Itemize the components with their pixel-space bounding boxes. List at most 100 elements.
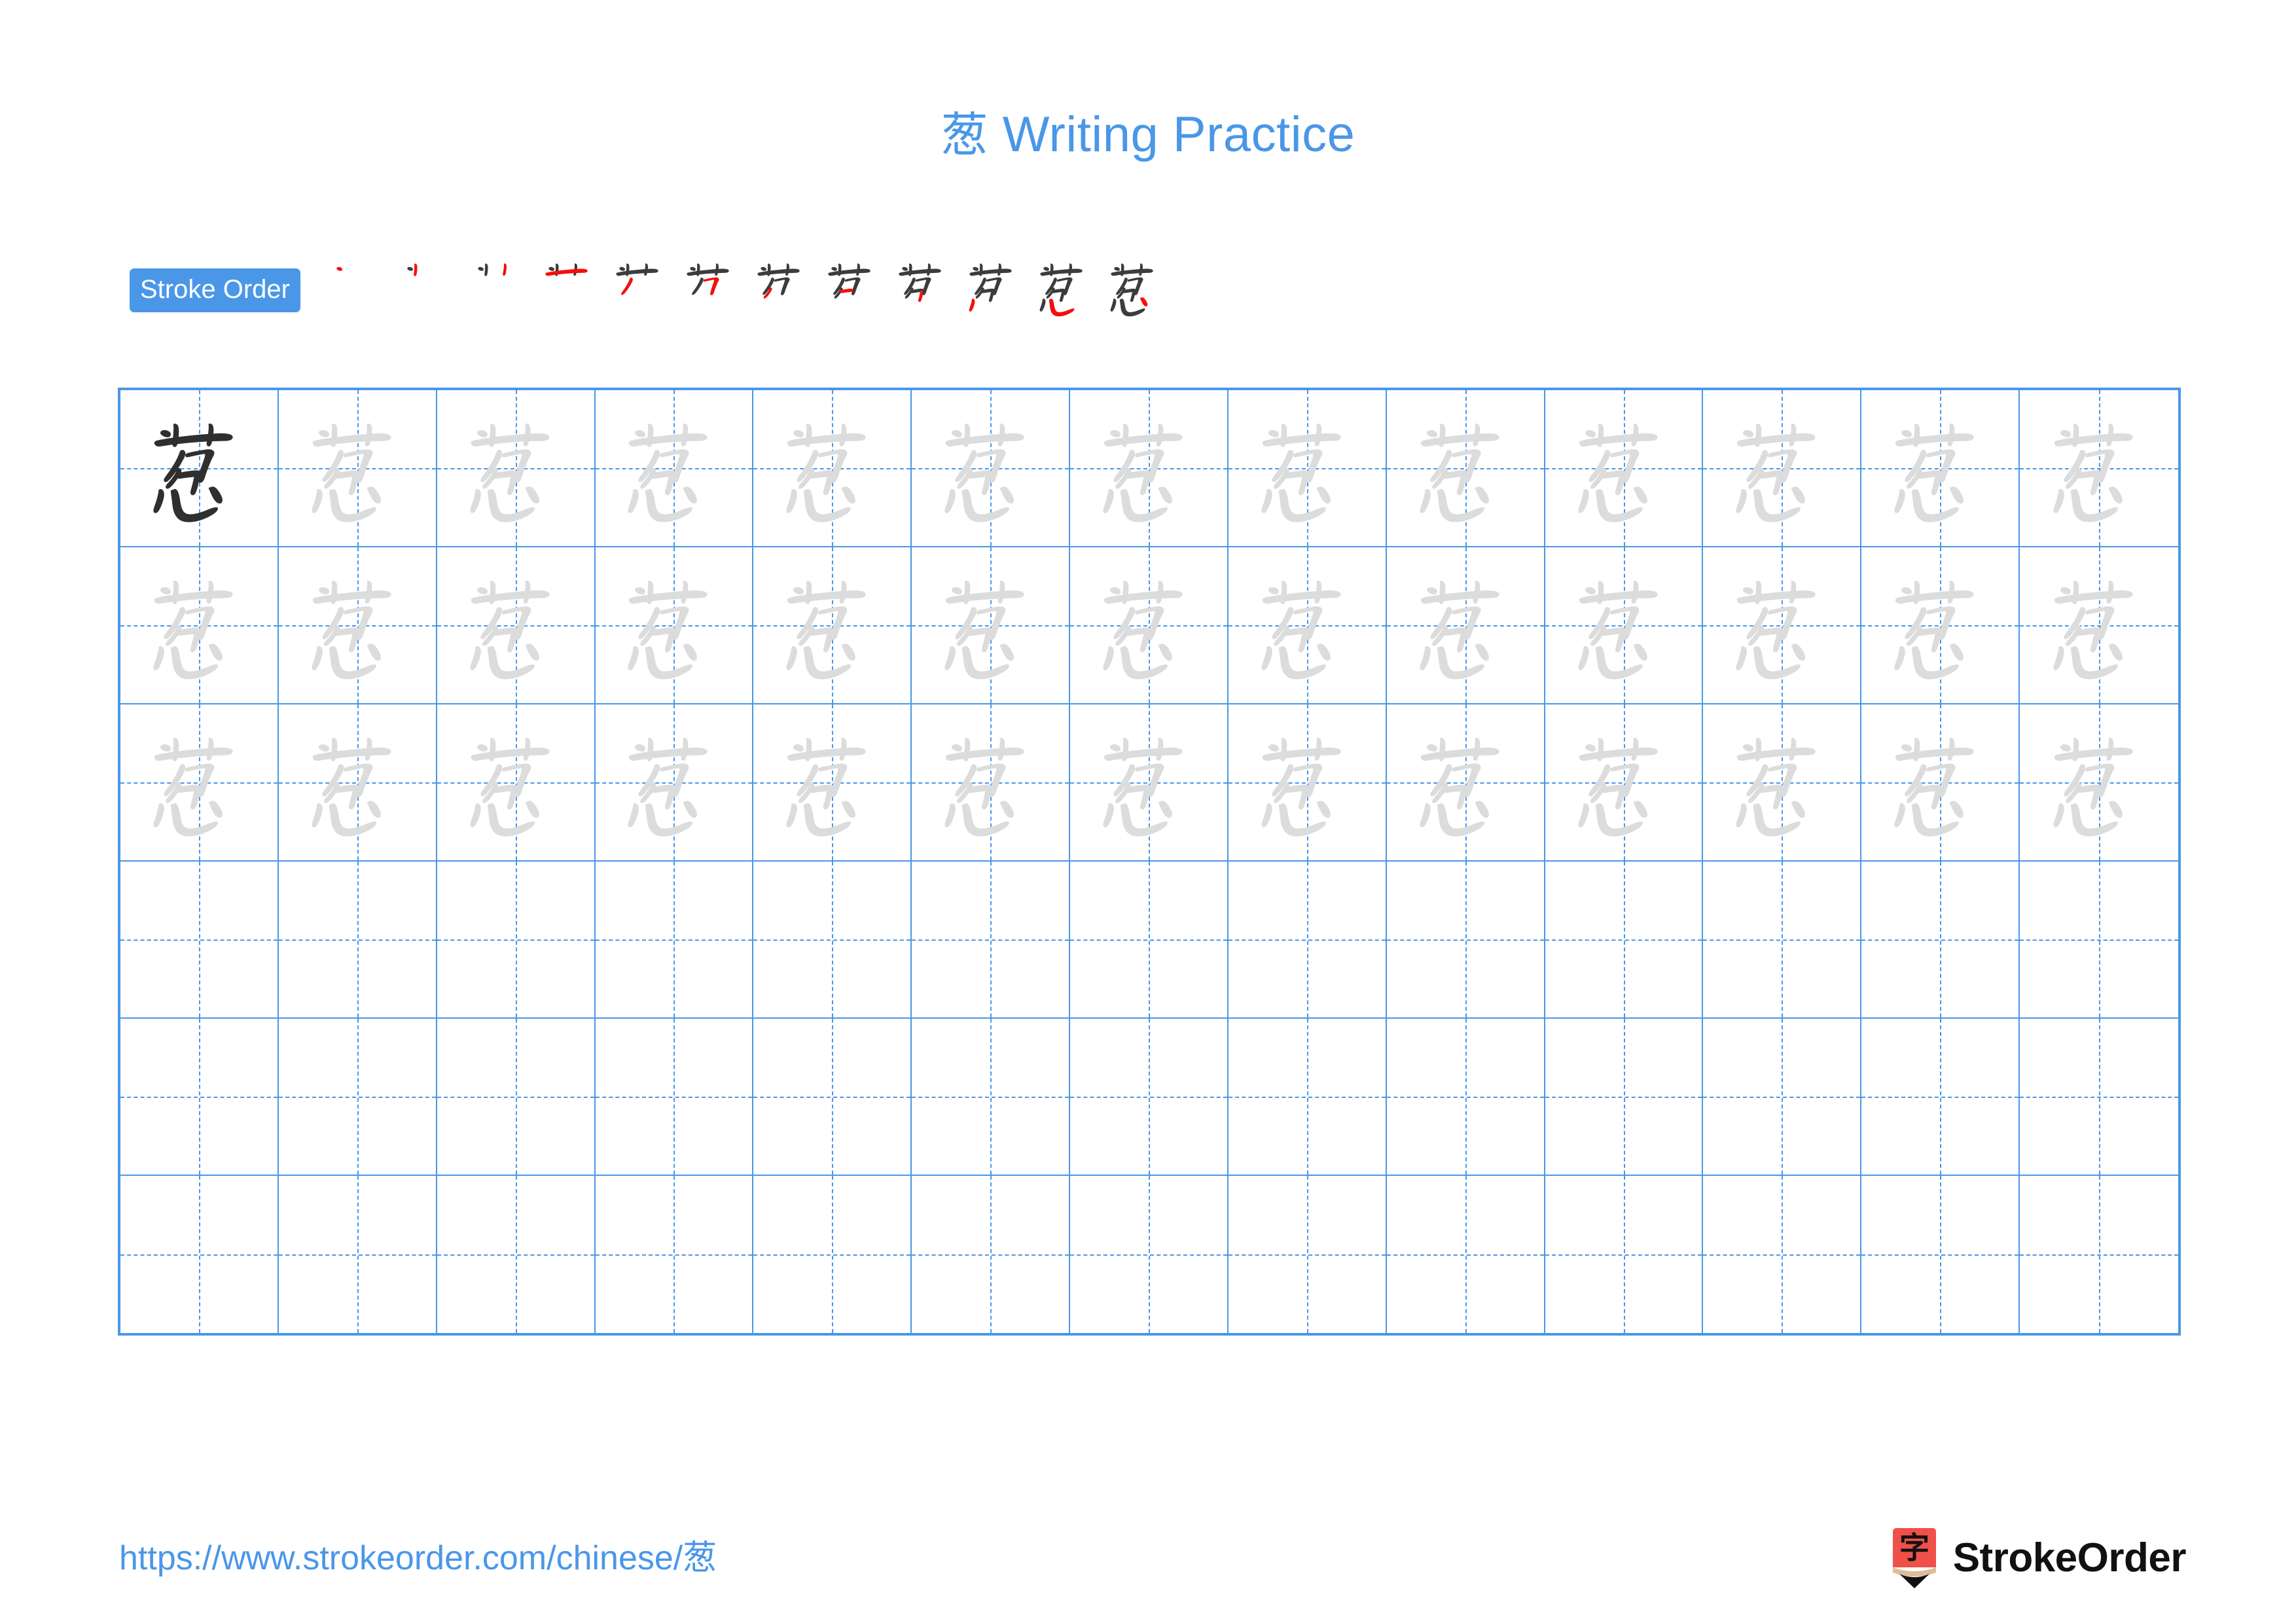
practice-cell-r1-c7[interactable] [1070, 390, 1229, 547]
practice-cell-r2-c10[interactable] [1545, 547, 1704, 704]
practice-cell-r6-c6[interactable] [912, 1176, 1071, 1333]
trace-character [1703, 390, 1860, 546]
practice-cell-r4-c4[interactable] [595, 862, 754, 1019]
practice-cell-r2-c7[interactable] [1070, 547, 1229, 704]
practice-cell-r6-c13[interactable] [2020, 1176, 2178, 1333]
practice-cell-r2-c5[interactable] [753, 547, 912, 704]
practice-cell-r2-c1[interactable] [120, 547, 279, 704]
new-stroke [621, 278, 633, 295]
practice-cell-r1-c1[interactable] [120, 390, 279, 547]
practice-cell-r6-c9[interactable] [1386, 1176, 1545, 1333]
new-stroke [969, 299, 975, 312]
practice-cell-r1-c11[interactable] [1703, 390, 1862, 547]
practice-cell-r2-c11[interactable] [1703, 547, 1862, 704]
practice-cell-r5-c11[interactable] [1703, 1019, 1862, 1176]
practice-cell-r5-c6[interactable] [912, 1019, 1071, 1176]
practice-cell-r4-c12[interactable] [1861, 862, 2020, 1019]
practice-cell-r5-c2[interactable] [278, 1019, 437, 1176]
trace-character [753, 547, 910, 703]
practice-cell-r3-c4[interactable] [595, 704, 754, 862]
trace-character [2020, 390, 2178, 546]
practice-cell-r2-c13[interactable] [2020, 547, 2178, 704]
practice-cell-r5-c1[interactable] [120, 1019, 279, 1176]
practice-cell-r1-c4[interactable] [595, 390, 754, 547]
practice-cell-r4-c6[interactable] [912, 862, 1071, 1019]
practice-cell-r1-c8[interactable] [1228, 390, 1387, 547]
practice-cell-r3-c1[interactable] [120, 704, 279, 862]
practice-cell-r6-c1[interactable] [120, 1176, 279, 1333]
practice-cell-r5-c8[interactable] [1228, 1019, 1387, 1176]
practice-cell-r4-c10[interactable] [1545, 862, 1704, 1019]
practice-cell-r5-c4[interactable] [595, 1019, 754, 1176]
trace-character [437, 390, 594, 546]
practice-cell-r3-c13[interactable] [2020, 704, 2178, 862]
practice-cell-r5-c10[interactable] [1545, 1019, 1704, 1176]
practice-cell-r4-c8[interactable] [1228, 862, 1387, 1019]
new-stroke [503, 263, 507, 276]
practice-cell-r4-c9[interactable] [1386, 862, 1545, 1019]
practice-cell-r6-c10[interactable] [1545, 1176, 1704, 1333]
footer-url-character: 葱 [683, 1539, 717, 1578]
practice-cell-r2-c8[interactable] [1228, 547, 1387, 704]
practice-cell-r5-c7[interactable] [1070, 1019, 1229, 1176]
practice-cell-r3-c2[interactable] [278, 704, 437, 862]
practice-cell-r6-c2[interactable] [278, 1176, 437, 1333]
practice-cell-r1-c3[interactable] [437, 390, 596, 547]
practice-cell-r2-c4[interactable] [595, 547, 754, 704]
practice-cell-r5-c9[interactable] [1386, 1019, 1545, 1176]
practice-cell-r3-c3[interactable] [437, 704, 596, 862]
practice-cell-r4-c7[interactable] [1070, 862, 1229, 1019]
practice-cell-r3-c6[interactable] [912, 704, 1071, 862]
practice-cell-r6-c8[interactable] [1228, 1176, 1387, 1333]
practice-cell-r2-c6[interactable] [912, 547, 1071, 704]
previous-stroke [986, 277, 1002, 295]
practice-cell-r4-c2[interactable] [278, 862, 437, 1019]
footer-url-prefix: https://www.strokeorder.com/chinese/ [119, 1539, 683, 1577]
stroke-step-6 [677, 249, 744, 326]
practice-cell-r6-c4[interactable] [595, 1176, 754, 1333]
practice-cell-r3-c7[interactable] [1070, 704, 1229, 862]
practice-cell-r3-c12[interactable] [1861, 704, 2020, 862]
practice-cell-r2-c2[interactable] [278, 547, 437, 704]
model-character [120, 390, 278, 546]
footer-url[interactable]: https://www.strokeorder.com/chinese/葱 [119, 1541, 717, 1575]
practice-cell-r4-c11[interactable] [1703, 862, 1862, 1019]
practice-cell-r1-c6[interactable] [912, 390, 1071, 547]
practice-cell-r1-c12[interactable] [1861, 390, 2020, 547]
practice-cell-r2-c12[interactable] [1861, 547, 2020, 704]
practice-cell-r6-c7[interactable] [1070, 1176, 1229, 1333]
practice-cell-r4-c13[interactable] [2020, 862, 2178, 1019]
practice-cell-r2-c9[interactable] [1386, 547, 1545, 704]
practice-cell-r5-c3[interactable] [437, 1019, 596, 1176]
practice-cell-r1-c2[interactable] [278, 390, 437, 547]
trace-character [1387, 547, 1544, 703]
practice-cell-r6-c5[interactable] [753, 1176, 912, 1333]
practice-cell-r5-c12[interactable] [1861, 1019, 2020, 1176]
practice-cell-r3-c9[interactable] [1386, 704, 1545, 862]
practice-cell-r4-c5[interactable] [753, 862, 912, 1019]
practice-cell-r6-c12[interactable] [1861, 1176, 2020, 1333]
practice-cell-r2-c3[interactable] [437, 547, 596, 704]
practice-cell-r6-c3[interactable] [437, 1176, 596, 1333]
practice-cell-r5-c5[interactable] [753, 1019, 912, 1176]
previous-stroke [774, 277, 790, 295]
practice-cell-r1-c13[interactable] [2020, 390, 2178, 547]
practice-cell-r6-c11[interactable] [1703, 1176, 1862, 1333]
practice-cell-r1-c5[interactable] [753, 390, 912, 547]
page-title-text: Writing Practice [988, 107, 1355, 162]
trace-character [1703, 704, 1860, 860]
practice-cell-r3-c8[interactable] [1228, 704, 1387, 862]
practice-cell-r3-c5[interactable] [753, 704, 912, 862]
previous-stroke [484, 263, 488, 276]
trace-character [1545, 704, 1702, 860]
practice-cell-r4-c3[interactable] [437, 862, 596, 1019]
trace-character [437, 704, 594, 860]
practice-cell-r5-c13[interactable] [2020, 1019, 2178, 1176]
practice-cell-r1-c10[interactable] [1545, 390, 1704, 547]
practice-cell-r1-c9[interactable] [1386, 390, 1545, 547]
practice-cell-r3-c11[interactable] [1703, 704, 1862, 862]
practice-cell-r3-c10[interactable] [1545, 704, 1704, 862]
brand-name: StrokeOrder [1952, 1535, 2187, 1580]
trace-character [279, 704, 436, 860]
practice-cell-r4-c1[interactable] [120, 862, 279, 1019]
